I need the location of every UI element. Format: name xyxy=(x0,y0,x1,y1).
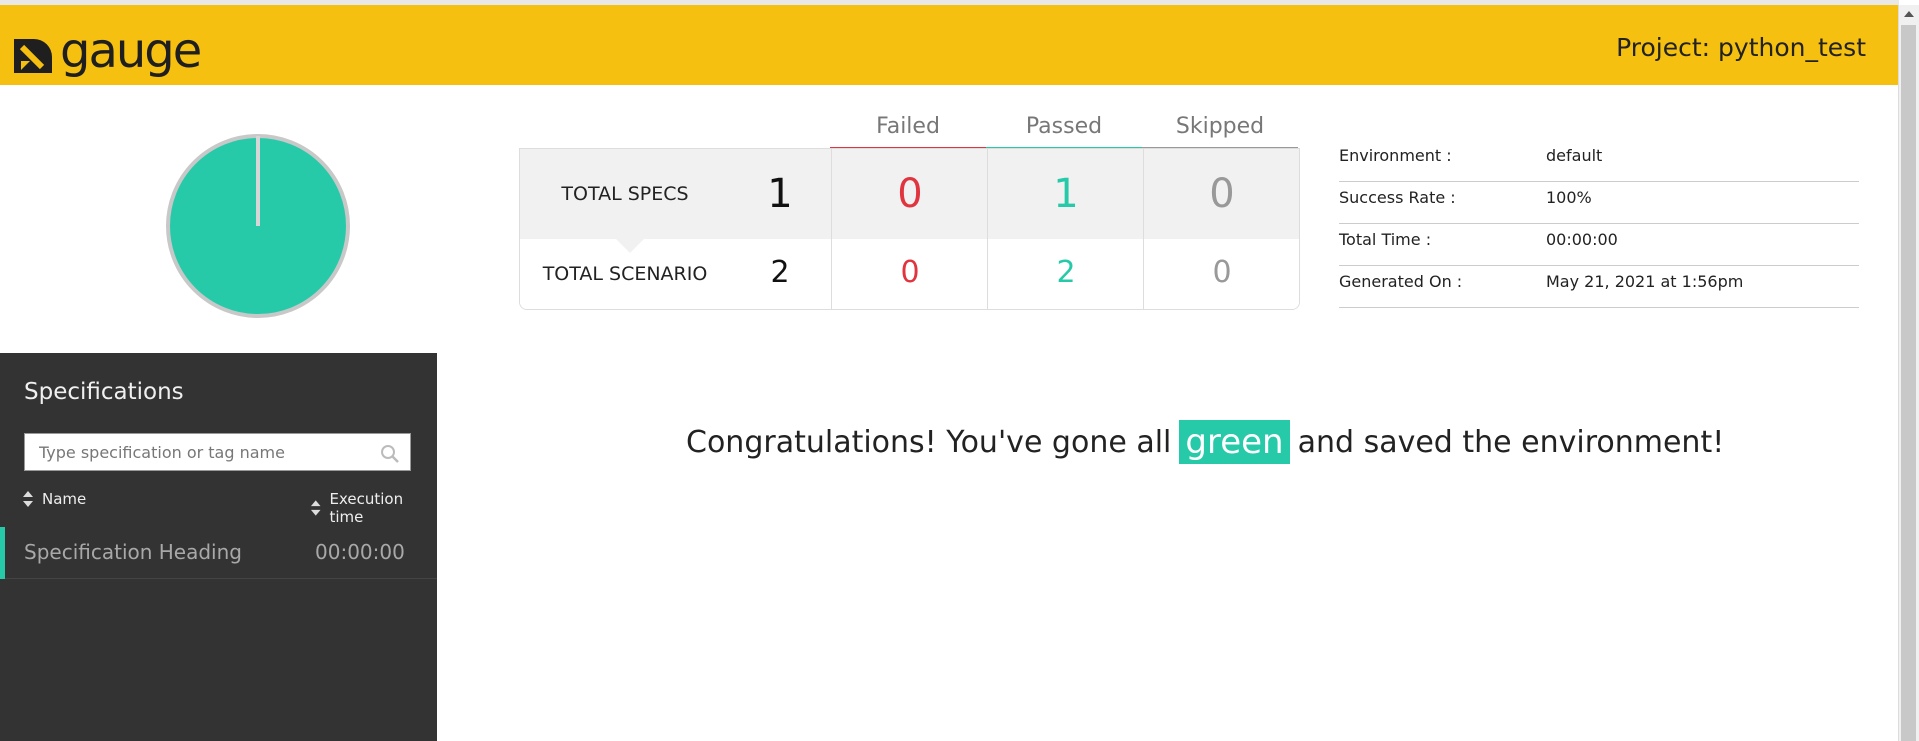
spec-name: Specification Heading xyxy=(24,540,242,564)
message-highlight: green xyxy=(1179,420,1290,464)
scroll-up-arrow-icon[interactable] xyxy=(1904,11,1914,17)
search-icon[interactable] xyxy=(380,444,400,464)
specifications-sidebar: Specifications Name Execution time Speci… xyxy=(0,353,437,741)
sort-name-label: Name xyxy=(42,490,87,508)
column-header-skipped: Skipped xyxy=(1142,110,1298,150)
report-header: gauge Project: python_test xyxy=(0,5,1899,85)
column-header-passed: Passed xyxy=(986,110,1142,150)
environment-info: Environment : default Success Rate : 100… xyxy=(1339,140,1859,308)
scroll-thumb[interactable] xyxy=(1901,25,1916,741)
vertical-scrollbar[interactable] xyxy=(1898,5,1919,741)
env-row-generated-on: Generated On : May 21, 2021 at 1:56pm xyxy=(1339,266,1859,308)
env-key: Success Rate : xyxy=(1339,188,1456,207)
specs-passed-cell: 1 xyxy=(987,149,1144,239)
env-key: Generated On : xyxy=(1339,272,1463,291)
scenario-skipped-count: 0 xyxy=(1212,255,1232,290)
env-key: Environment : xyxy=(1339,146,1452,165)
env-key: Total Time : xyxy=(1339,230,1432,249)
env-value: default xyxy=(1546,146,1603,165)
row-label-scenario: TOTAL SCENARIO xyxy=(542,263,708,285)
env-row-total-time: Total Time : 00:00:00 xyxy=(1339,224,1859,266)
sort-by-name[interactable]: Name xyxy=(22,490,86,508)
scenario-failed-count: 0 xyxy=(900,255,920,290)
stats-table: Failed Passed Skipped TOTAL SPECS 1 0 1 … xyxy=(519,110,1300,310)
logo-text: gauge xyxy=(60,23,202,79)
search-box xyxy=(24,433,411,471)
stats-table-body: TOTAL SPECS 1 0 1 0 TOTAL SCENARIO 2 0 2… xyxy=(519,148,1300,310)
total-specs-count: 1 xyxy=(767,171,793,217)
row-label-specs: TOTAL SPECS xyxy=(561,183,689,205)
env-value: 100% xyxy=(1546,188,1592,207)
project-name: Project: python_test xyxy=(1616,33,1866,62)
env-row-success-rate: Success Rate : 100% xyxy=(1339,182,1859,224)
specs-failed-cell: 0 xyxy=(831,149,988,239)
spec-list-item[interactable]: Specification Heading 00:00:00 xyxy=(0,527,437,579)
row-total-specs[interactable]: TOTAL SPECS 1 0 1 0 xyxy=(520,149,1299,239)
sort-arrows-icon xyxy=(23,491,33,507)
scenario-passed-count: 2 xyxy=(1056,255,1076,290)
specs-skipped-cell: 0 xyxy=(1143,149,1299,239)
spec-time: 00:00:00 xyxy=(315,540,405,564)
env-value: May 21, 2021 at 1:56pm xyxy=(1546,272,1744,291)
column-header-failed: Failed xyxy=(830,110,986,150)
sort-header: Name Execution time xyxy=(0,486,437,526)
specs-failed-count: 0 xyxy=(897,171,923,217)
spec-passed-indicator xyxy=(0,527,5,579)
specs-passed-count: 1 xyxy=(1053,171,1079,217)
scenario-skipped-cell: 0 xyxy=(1143,239,1299,309)
gauge-logo[interactable]: gauge xyxy=(12,23,202,83)
selected-row-pointer xyxy=(616,239,644,253)
search-input[interactable] xyxy=(37,434,371,470)
env-value: 00:00:00 xyxy=(1546,230,1618,249)
specs-skipped-count: 0 xyxy=(1209,171,1235,217)
gauge-logo-icon xyxy=(14,39,52,73)
scenario-passed-cell: 2 xyxy=(987,239,1144,309)
message-after: and saved the environment! xyxy=(1297,424,1725,460)
sort-arrows-icon xyxy=(310,500,321,516)
congratulations-message: Congratulations! You've gone all green a… xyxy=(686,420,1724,464)
total-scenario-count: 2 xyxy=(770,255,790,290)
sort-by-execution-time[interactable]: Execution time xyxy=(310,490,437,526)
summary-pie-chart xyxy=(166,134,350,318)
env-row-environment: Environment : default xyxy=(1339,140,1859,182)
message-before: Congratulations! You've gone all xyxy=(686,424,1172,460)
sort-time-label: Execution time xyxy=(329,490,404,526)
scenario-failed-cell: 0 xyxy=(831,239,988,309)
sidebar-title: Specifications xyxy=(24,379,184,405)
